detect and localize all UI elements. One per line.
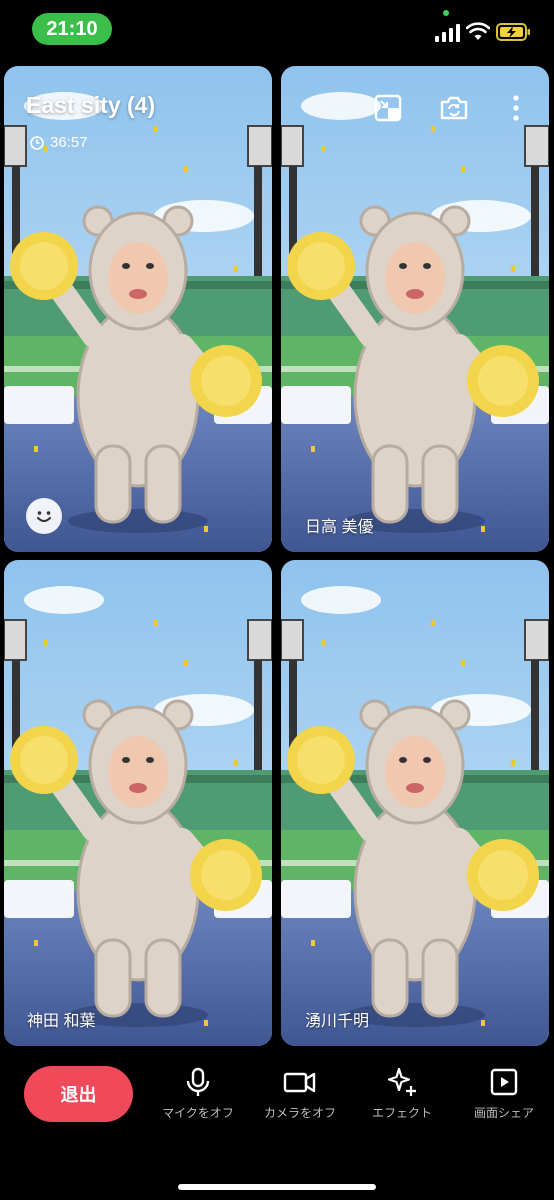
microphone-icon [186,1067,210,1096]
status-time[interactable]: 21:10 [32,13,112,45]
participant-name: 神田 和葉 [27,1013,96,1030]
battery-charging-icon [496,23,530,41]
reaction-button[interactable] [26,498,62,534]
minimize-icon[interactable] [372,92,404,124]
camera-off-label: カメラをオフ [263,1106,336,1120]
room-title: East sity (4) [26,92,156,118]
call-elapsed-time: 36:57 [50,134,88,151]
home-indicator[interactable] [178,1184,376,1190]
screen-share-button[interactable]: 画面シェア [456,1066,552,1121]
participant-name: 湧川千明 [305,1013,370,1030]
mic-off-label: マイクをオフ [162,1106,234,1120]
sparkle-icon [387,1067,416,1096]
participant-video [281,560,549,1046]
camera-off-button[interactable]: カメラをオフ [252,1066,348,1121]
participant-name: 日高 美優 [305,519,374,536]
exit-call-button[interactable]: 退出 [24,1066,133,1122]
signal-icon [435,24,460,42]
effect-button[interactable]: エフェクト [354,1066,450,1121]
participant-tile-3[interactable] [4,560,272,1046]
wifi-icon [466,22,490,40]
call-toolbar: 退出 マイクをオフ カメラをオフ エフェクト 画面シェア [0,1048,554,1200]
smile-icon [37,511,51,522]
mic-off-button[interactable]: マイクをオフ [150,1066,246,1121]
clock-icon [30,135,44,150]
screen-share-label: 画面シェア [473,1106,534,1120]
switch-camera-icon[interactable] [438,92,470,124]
participant-video [281,66,549,552]
more-vertical-icon[interactable] [502,92,530,124]
status-bar: 21:10 [0,0,554,60]
participant-video [4,560,272,1046]
video-camera-icon [283,1072,316,1093]
participant-tile-4[interactable] [281,560,549,1046]
participant-tile-2[interactable] [281,66,549,552]
effect-label: エフェクト [371,1106,432,1120]
call-timer: 36:57 [30,134,88,151]
privacy-indicator-icon [443,10,449,16]
screen-share-icon [490,1068,518,1096]
